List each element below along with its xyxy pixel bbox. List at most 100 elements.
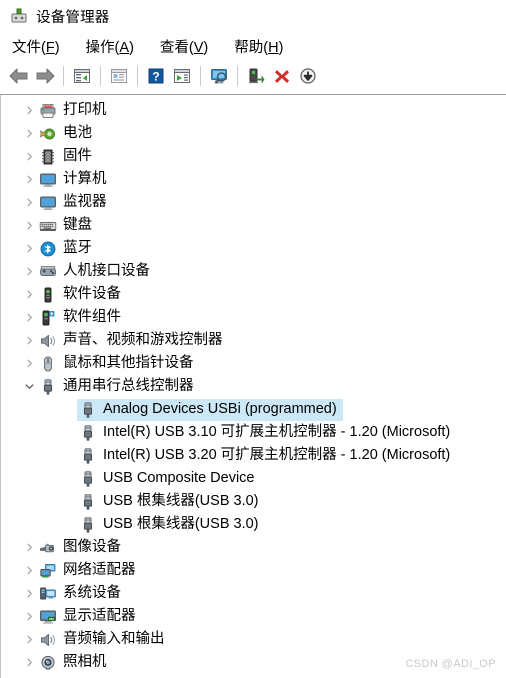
tree-item-category[interactable]: 监视器 [1,191,506,214]
expand-toggle-collapsed[interactable] [21,563,37,579]
scan-changes-button[interactable] [169,63,195,89]
help-button[interactable]: ? [143,63,169,89]
chevron-right-icon[interactable] [24,174,35,185]
expand-toggle-collapsed[interactable] [21,356,37,372]
scan-hardware-button[interactable] [206,63,232,89]
menu-item-help[interactable]: 帮助(H) [234,36,283,57]
tree-item-content[interactable]: 软件设备 [37,284,127,306]
tree-item-content[interactable]: 通用串行总线控制器 [37,376,200,398]
tree-item-category[interactable]: 网络适配器 [1,559,506,582]
tree-item-content[interactable]: USB 根集线器(USB 3.0) [77,514,265,536]
menu-item-file[interactable]: 文件(F) [12,36,60,57]
tree-item-category[interactable]: 声音、视频和游戏控制器 [1,329,506,352]
tree-item-device[interactable]: Intel(R) USB 3.10 可扩展主机控制器 - 1.20 (Micro… [1,421,506,444]
expand-toggle-collapsed[interactable] [21,540,37,556]
tree-item-content[interactable]: 网络适配器 [37,560,142,582]
tree-item-category[interactable]: 显示适配器 [1,605,506,628]
expand-toggle-collapsed[interactable] [21,103,37,119]
tree-item-content[interactable]: Intel(R) USB 3.10 可扩展主机控制器 - 1.20 (Micro… [77,422,456,444]
tree-item-content[interactable]: Analog Devices USBi (programmed) [77,398,343,421]
tree-item-content[interactable]: USB 根集线器(USB 3.0) [77,491,265,513]
expand-toggle-collapsed[interactable] [21,310,37,326]
expand-toggle-collapsed[interactable] [21,241,37,257]
tree-item-content[interactable]: 声音、视频和游戏控制器 [37,330,229,352]
chevron-right-icon[interactable] [24,128,35,139]
chevron-right-icon[interactable] [24,358,35,369]
tree-item-content[interactable]: 软件组件 [37,307,127,329]
tree-item-category[interactable]: 鼠标和其他指针设备 [1,352,506,375]
expand-toggle-collapsed[interactable] [21,655,37,671]
tree-item-category[interactable]: 系统设备 [1,582,506,605]
menu-item-view[interactable]: 查看(V) [160,36,208,57]
tree-item-content[interactable]: 计算机 [37,169,113,191]
chevron-right-icon[interactable] [24,611,35,622]
back-button[interactable] [6,63,32,89]
expand-toggle-collapsed[interactable] [21,218,37,234]
tree-item-category[interactable]: 软件设备 [1,283,506,306]
forward-button[interactable] [32,63,58,89]
tree-item-content[interactable]: 蓝牙 [37,238,98,260]
tree-item-category[interactable]: 打印机 [1,99,506,122]
update-driver-button[interactable] [243,63,269,89]
tree-item-content[interactable]: 监视器 [37,192,113,214]
expand-toggle-collapsed[interactable] [21,264,37,280]
tree-item-content[interactable]: 固件 [37,146,98,168]
expand-toggle-collapsed[interactable] [21,172,37,188]
tree-item-category[interactable]: 电池 [1,122,506,145]
chevron-right-icon[interactable] [24,151,35,162]
tree-item-content[interactable]: Intel(R) USB 3.20 可扩展主机控制器 - 1.20 (Micro… [77,445,456,467]
chevron-right-icon[interactable] [24,243,35,254]
tree-item-device[interactable]: USB Composite Device [1,467,506,490]
tree-item-category[interactable]: 键盘 [1,214,506,237]
tree-item-category[interactable]: 人机接口设备 [1,260,506,283]
expand-toggle-collapsed[interactable] [21,609,37,625]
show-hide-tree-button[interactable] [69,63,95,89]
tree-item-category[interactable]: 音频输入和输出 [1,628,506,651]
tree-item-category[interactable]: 图像设备 [1,536,506,559]
tree-item-content[interactable]: 鼠标和其他指针设备 [37,353,200,375]
disable-device-button[interactable] [295,63,321,89]
expand-toggle-collapsed[interactable] [21,586,37,602]
tree-item-content[interactable]: 人机接口设备 [37,261,156,283]
tree-item-device[interactable]: Analog Devices USBi (programmed) [1,398,506,421]
chevron-right-icon[interactable] [24,657,35,668]
tree-item-category[interactable]: 计算机 [1,168,506,191]
chevron-right-icon[interactable] [24,634,35,645]
tree-item-category[interactable]: 软件组件 [1,306,506,329]
expand-toggle-collapsed[interactable] [21,632,37,648]
menu-item-action[interactable]: 操作(A) [86,36,134,57]
tree-item-category[interactable]: 蓝牙 [1,237,506,260]
tree-item-device[interactable]: Intel(R) USB 3.20 可扩展主机控制器 - 1.20 (Micro… [1,444,506,467]
expand-toggle-expanded[interactable] [21,379,37,395]
chevron-right-icon[interactable] [24,588,35,599]
tree-item-content[interactable]: 打印机 [37,100,113,122]
tree-item-content[interactable]: 键盘 [37,215,98,237]
chevron-right-icon[interactable] [24,289,35,300]
tree-item-content[interactable]: 显示适配器 [37,606,142,628]
chevron-right-icon[interactable] [24,542,35,553]
chevron-down-icon[interactable] [24,381,35,392]
tree-item-content[interactable]: 系统设备 [37,583,127,605]
tree-item-content[interactable]: 电池 [37,123,98,145]
chevron-right-icon[interactable] [24,335,35,346]
tree-item-content[interactable]: 照相机 [37,652,113,674]
expand-toggle-collapsed[interactable] [21,126,37,142]
chevron-right-icon[interactable] [24,312,35,323]
tree-item-category[interactable]: 通用串行总线控制器 [1,375,506,398]
tree-item-device[interactable]: USB 根集线器(USB 3.0) [1,490,506,513]
uninstall-device-button[interactable] [269,63,295,89]
chevron-right-icon[interactable] [24,220,35,231]
tree-item-content[interactable]: 图像设备 [37,537,127,559]
chevron-right-icon[interactable] [24,266,35,277]
chevron-right-icon[interactable] [24,105,35,116]
tree-item-category[interactable]: 固件 [1,145,506,168]
chevron-right-icon[interactable] [24,197,35,208]
device-tree[interactable]: 打印机 电池 固件 计算机 监视器 键盘 蓝牙 人机接口设备 软件设备 软件组件 声音、视频和游戏控… [0,94,506,678]
expand-toggle-collapsed[interactable] [21,149,37,165]
expand-toggle-collapsed[interactable] [21,333,37,349]
tree-item-content[interactable]: 音频输入和输出 [37,629,171,651]
tree-item-content[interactable]: USB Composite Device [77,468,261,490]
chevron-right-icon[interactable] [24,565,35,576]
expand-toggle-collapsed[interactable] [21,195,37,211]
properties-button[interactable] [106,63,132,89]
